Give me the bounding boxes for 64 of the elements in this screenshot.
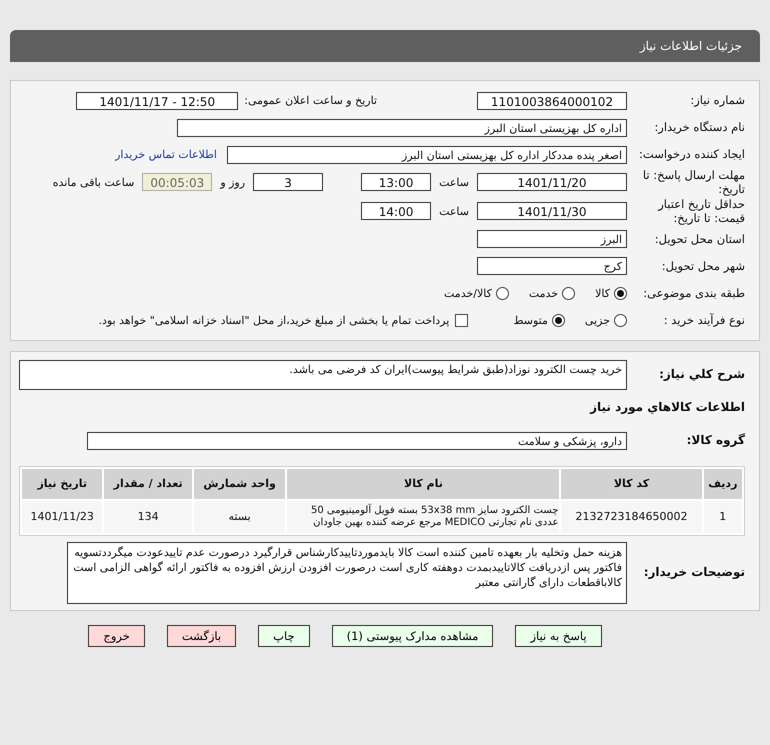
time-label: ساعت: [438, 204, 470, 218]
table-cell: 2132723184650002: [561, 500, 702, 532]
time-label: ساعت: [438, 176, 470, 189]
field-label: طبقه بندی موضوعی:: [642, 286, 745, 300]
action-button[interactable]: پاسخ به نیاز: [515, 624, 602, 646]
checkbox[interactable]: [455, 314, 468, 326]
field-label: مهلت ارسال پاسخ: تا تاریخ:: [642, 168, 745, 197]
column-header: تعداد / مقدار: [104, 468, 192, 498]
radio-label: کالا/خدمت: [444, 286, 492, 300]
remaining-time-field: 00:05:03: [142, 173, 212, 192]
field-label: ایجاد کننده درخواست:: [638, 147, 745, 162]
radio-button[interactable]: [552, 314, 565, 326]
table-cell: بسته: [194, 500, 286, 532]
radio-button[interactable]: [562, 286, 576, 300]
buyer-org-field: اداره کل بهزیستی استان البرز: [177, 118, 627, 136]
column-header: کد کالا: [561, 468, 702, 498]
requester-field: اصغر پنده مددکار اداره کل بهزیستی استان البرز: [227, 146, 627, 164]
radio-button[interactable]: [614, 286, 627, 300]
city-field: کرج: [477, 257, 627, 275]
days-field: 3: [253, 173, 324, 192]
table-cell: 134: [104, 500, 192, 532]
action-button[interactable]: مشاهده مدارک پیوستی (1): [332, 624, 494, 646]
column-header: نام کالا: [287, 468, 560, 498]
radio-label: متوسط: [513, 314, 548, 326]
column-header: تاریخ نیاز: [22, 468, 102, 498]
need-number-field: 1101003864000102: [477, 92, 627, 110]
radio-label: کالا: [595, 286, 610, 300]
time-field: 14:00: [361, 202, 432, 220]
province-field: البرز: [477, 230, 627, 248]
summary-field: خرید چست الکترود نوزاد(طبق شرایط پیوست)ایران کد فرضی می باشد.: [19, 360, 627, 390]
field-label: نام دستگاه خریدار:: [653, 120, 745, 135]
table-cell: 1401/11/23: [22, 500, 102, 532]
column-header: واحد شمارش: [194, 468, 286, 498]
field-label: شماره نیاز:: [689, 93, 745, 108]
radio-button[interactable]: [614, 314, 627, 326]
action-button[interactable]: خروج: [88, 624, 145, 646]
time-field: 13:00: [361, 173, 432, 192]
radio-label: جزیی: [584, 314, 610, 326]
days-label: روز و: [218, 176, 246, 189]
field-label: نوع فرآیند خرید :: [662, 312, 745, 328]
announce-date-field: 1401/11/17 - 12:50: [76, 92, 238, 110]
action-button[interactable]: بازگشت: [166, 624, 236, 646]
section-title: اطلاعات کالاهاي مورد نياز: [590, 400, 745, 414]
goods-group-field: دارو، پزشکی و سلامت: [87, 432, 627, 450]
field-label: شرح کلي نياز:: [658, 367, 745, 382]
table-cell: چست الکترود سایز 53x38 mm بسته فویل آلومینیومی 50 عددی نام تجارتی MEDICO مرجع عرضه کننده بهین جاودان: [287, 500, 560, 532]
radio-label: خدمت: [528, 286, 558, 300]
buyer-contact-link[interactable]: اطلاعات تماس خریدار: [115, 148, 217, 161]
date-field: 1401/11/30: [477, 202, 627, 220]
checkbox-label: پرداخت تمام یا بخشی از مبلغ خرید،از محل "اسناد خزانه اسلامی" خواهد بود.: [98, 314, 450, 326]
field-label: استان محل تحویل:: [654, 232, 745, 246]
radio-button[interactable]: [496, 286, 509, 300]
field-label: تاریخ و ساعت اعلان عمومی:: [244, 94, 377, 107]
column-header: ردیف: [704, 468, 742, 498]
field-label: حداقل تاریخ اعتبار قیمت: تا تاریخ:: [656, 196, 745, 226]
action-button[interactable]: چاپ: [258, 624, 310, 646]
table-cell: 1: [704, 500, 742, 532]
field-label: توضیحات خریدار:: [642, 565, 745, 580]
remaining-label: ساعت باقی مانده: [52, 176, 136, 189]
field-label: گروه کالا:: [686, 433, 745, 448]
buyer-notes-field: هزینه حمل وتخلیه بار بعهده تامین کننده است کالا بایدموردتاییدکارشناس قرارگیرد درصورت عدم تاییدعودت میگرددتسویه فاکتور پس ازدریافت کالاتاییدبمدت دوهفته کاری است درصورت افزودن ارزش افزوده به فاکتور ارائه گواهی الزامی است کالاباقطعات دارای گارانتی معتبر: [67, 542, 627, 604]
page-title: جزئیات اطلاعات نیاز: [640, 39, 742, 53]
field-label: شهر محل تحویل:: [660, 258, 745, 274]
date-field: 1401/11/20: [477, 173, 627, 192]
